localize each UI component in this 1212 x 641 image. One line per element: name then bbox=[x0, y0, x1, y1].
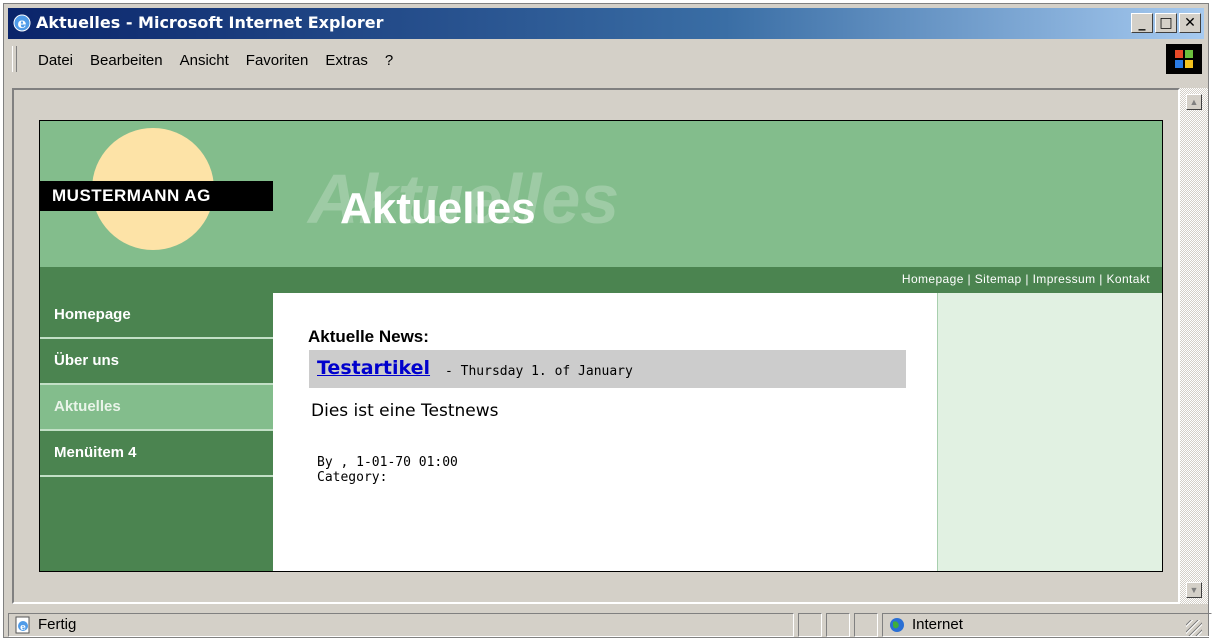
news-article-link[interactable]: Testartikel bbox=[317, 357, 430, 379]
sidebar-nav: Homepage Über uns Aktuelles Menüitem 4 bbox=[40, 293, 273, 571]
svg-text:e: e bbox=[20, 623, 26, 633]
minimize-button[interactable]: _ bbox=[1131, 13, 1153, 33]
site-header: MUSTERMANN AG Aktuelles Aktuelles bbox=[40, 121, 1162, 267]
status-panel-main bbox=[8, 613, 794, 637]
maximize-button[interactable]: □ bbox=[1155, 13, 1177, 33]
scroll-down-icon[interactable]: ▼ bbox=[1186, 582, 1202, 598]
close-button[interactable]: ✕ bbox=[1179, 13, 1201, 33]
toolbar-grip[interactable] bbox=[12, 46, 17, 72]
news-meta: By , 1-01-70 01:00 Category: bbox=[317, 455, 458, 485]
nav-item-aktuelles[interactable]: Aktuelles bbox=[40, 385, 273, 431]
windows-logo-icon bbox=[1166, 44, 1202, 74]
page-viewport[interactable]: MUSTERMANN AG Aktuelles Aktuelles Homepa… bbox=[12, 88, 1180, 604]
title-bar[interactable]: e Aktuelles - Microsoft Internet Explore… bbox=[8, 8, 1204, 39]
vertical-scrollbar[interactable]: ▲ ▼ bbox=[1180, 88, 1208, 604]
news-heading: Aktuelle News: bbox=[308, 327, 429, 346]
company-logo: MUSTERMANN AG bbox=[40, 181, 273, 211]
top-links[interactable]: Homepage | Sitemap | Impressum | Kontakt bbox=[40, 267, 1162, 293]
news-title-bar: Testartikel - Thursday 1. of January bbox=[309, 350, 906, 388]
browser-window: e Aktuelles - Microsoft Internet Explore… bbox=[3, 3, 1212, 638]
nav-item-menuitem-4[interactable]: Menüitem 4 bbox=[40, 431, 273, 477]
menu-bar: Datei Bearbeiten Ansicht Favoriten Extra… bbox=[8, 42, 1204, 76]
scroll-up-icon[interactable]: ▲ bbox=[1186, 94, 1202, 110]
page-icon: e bbox=[15, 616, 30, 634]
page-title: Aktuelles bbox=[340, 184, 536, 233]
menu-extras[interactable]: Extras bbox=[325, 52, 368, 69]
status-panel-1 bbox=[798, 613, 822, 637]
menu-favoriten[interactable]: Favoriten bbox=[246, 52, 309, 69]
main-content: Aktuelle News: Testartikel - Thursday 1.… bbox=[273, 293, 937, 571]
ie-logo-icon: e bbox=[13, 14, 31, 32]
menu-datei[interactable]: Datei bbox=[38, 52, 73, 69]
window-title: Aktuelles - Microsoft Internet Explorer bbox=[36, 13, 384, 32]
internet-globe-icon bbox=[890, 618, 904, 632]
zone-label: Internet bbox=[912, 616, 963, 633]
svg-text:e: e bbox=[18, 16, 27, 32]
news-category: Category: bbox=[317, 470, 388, 485]
status-panel-2 bbox=[826, 613, 850, 637]
news-body: Dies ist eine Testnews bbox=[311, 401, 499, 421]
status-text: Fertig bbox=[38, 616, 77, 633]
website: MUSTERMANN AG Aktuelles Aktuelles Homepa… bbox=[39, 120, 1163, 572]
news-byline: By , 1-01-70 01:00 bbox=[317, 455, 458, 470]
nav-item-homepage[interactable]: Homepage bbox=[40, 293, 273, 339]
status-panel-3 bbox=[854, 613, 878, 637]
resize-grip[interactable] bbox=[1186, 620, 1202, 636]
status-bar: e Fertig Internet bbox=[8, 610, 1212, 638]
menu-ansicht[interactable]: Ansicht bbox=[180, 52, 229, 69]
menu-help[interactable]: ? bbox=[385, 52, 393, 69]
menu-bearbeiten[interactable]: Bearbeiten bbox=[90, 52, 163, 69]
news-date: - Thursday 1. of January bbox=[445, 364, 633, 379]
nav-item-ueber-uns[interactable]: Über uns bbox=[40, 339, 273, 385]
right-column bbox=[937, 293, 1162, 571]
